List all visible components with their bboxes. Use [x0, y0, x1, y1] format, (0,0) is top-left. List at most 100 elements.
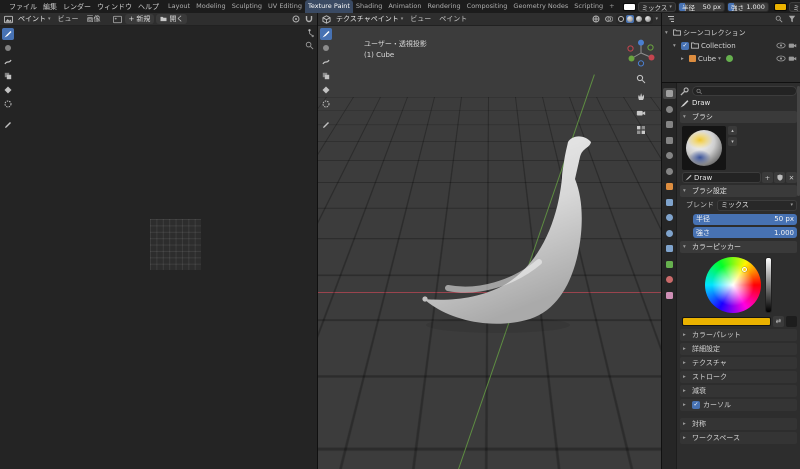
blend-mode-dropdown-3d[interactable]: ミックス▾	[788, 1, 800, 12]
falloff-panel-header[interactable]: ▸ 減衰	[680, 384, 797, 397]
brush-color-swatch-3d[interactable]	[773, 2, 787, 11]
menu-help[interactable]: ヘルプ	[135, 2, 162, 12]
snap-magnet-icon[interactable]	[303, 14, 314, 25]
annotate-tool[interactable]	[320, 119, 332, 131]
workspace-tab-uv-editing[interactable]: UV Editing	[265, 0, 305, 13]
workspace-panel-header[interactable]: ▸ ワークスペース	[680, 431, 797, 444]
zoom-icon[interactable]	[305, 41, 314, 50]
add-workspace-button[interactable]: +	[606, 0, 617, 13]
new-image-button[interactable]: + 新規	[124, 14, 155, 24]
workspace-tab-shading[interactable]: Shading	[353, 0, 385, 13]
hsv-color-wheel[interactable]	[705, 256, 761, 313]
viewport-editor-type-icon[interactable]	[321, 14, 332, 25]
swap-colors-icon[interactable]: ⇄	[773, 315, 784, 327]
brush-panel-header[interactable]: ▾ ブラシ	[680, 111, 797, 123]
workspace-tab-sculpting[interactable]: Sculpting	[229, 0, 265, 13]
brush-settings-panel-header[interactable]: ▾ ブラシ設定	[680, 185, 797, 197]
open-image-button[interactable]: 開く	[156, 14, 188, 24]
draw-brush-tool[interactable]	[1, 28, 14, 40]
new-brush-button[interactable]: +	[762, 172, 773, 183]
tab-particles[interactable]	[663, 212, 676, 223]
texture-panel-header[interactable]: ▸ テクスチャ	[680, 356, 797, 369]
viewport-menu-view[interactable]: ビュー	[407, 14, 434, 24]
image-menu-image[interactable]: 画像	[84, 14, 104, 24]
workspace-tab-scripting[interactable]: Scripting	[571, 0, 606, 13]
pan-hand-icon[interactable]	[635, 90, 647, 102]
current-color-swatch[interactable]	[682, 316, 771, 326]
hide-eye-icon[interactable]	[776, 55, 786, 62]
outliner-row-scene-collection[interactable]: ▾ シーンコレクション	[662, 26, 800, 39]
chevron-down-icon[interactable]: ▾	[665, 30, 671, 36]
mask-tool[interactable]	[2, 98, 14, 110]
shading-options-chevron-icon[interactable]: ▾	[655, 16, 658, 22]
navigation-gizmo[interactable]	[626, 38, 656, 68]
strength-slider[interactable]: 強さ 1.000	[693, 227, 797, 238]
brush-prev-icon[interactable]: ▴	[728, 126, 737, 135]
soften-tool[interactable]	[2, 42, 14, 54]
shading-material-icon[interactable]	[635, 15, 643, 23]
unlink-brush-icon[interactable]: ✕	[786, 172, 797, 183]
tab-modifiers[interactable]	[663, 197, 676, 208]
image-datablock-icon[interactable]	[112, 14, 123, 25]
fake-user-shield-icon[interactable]	[774, 172, 785, 183]
brush-color-swatch-2d[interactable]	[622, 2, 636, 11]
annotate-tool[interactable]	[2, 119, 14, 131]
shading-wireframe-icon[interactable]	[617, 15, 625, 23]
outliner-row-cube[interactable]: ▸ Cube ▾	[662, 52, 800, 65]
workspace-tab-animation[interactable]: Animation	[385, 0, 424, 13]
workspace-tab-modeling[interactable]: Modeling	[193, 0, 229, 13]
color-palette-panel-header[interactable]: ▸ カラーパレット	[680, 328, 797, 341]
brush-next-icon[interactable]: ▾	[728, 137, 737, 146]
zoom-icon[interactable]	[635, 73, 647, 85]
workspace-tab-texture-paint[interactable]: Texture Paint	[304, 0, 353, 13]
mask-tool[interactable]	[320, 98, 332, 110]
cursor-panel-header[interactable]: ▸ ✓ カーソル	[680, 398, 797, 411]
menu-file[interactable]: ファイル	[6, 2, 40, 12]
tab-physics[interactable]	[663, 228, 676, 239]
workspace-tab-compositing[interactable]: Compositing	[464, 0, 511, 13]
tab-texture[interactable]	[663, 290, 676, 301]
outliner-row-collection[interactable]: ▾ ✓ Collection	[662, 39, 800, 52]
draw-brush-tool[interactable]	[319, 28, 332, 40]
properties-search[interactable]	[692, 86, 797, 96]
pivot-icon[interactable]	[290, 14, 301, 25]
viewport-canvas[interactable]: ユーザー・透視投影 (1) Cube	[318, 26, 661, 469]
soften-tool[interactable]	[320, 42, 332, 54]
blend-mode-dropdown-2d[interactable]: ミックス ▾	[637, 1, 676, 12]
secondary-color-swatch[interactable]	[786, 315, 797, 327]
transform-gizmo-icon[interactable]	[590, 14, 601, 25]
interaction-mode-dropdown[interactable]: テクスチャペイント ▾	[334, 14, 405, 24]
cursor-checkbox[interactable]: ✓	[692, 400, 700, 409]
tab-active-tool[interactable]	[662, 88, 676, 99]
stroke-panel-header[interactable]: ▸ ストローク	[680, 370, 797, 383]
blend-dropdown[interactable]: ミックス ▾	[717, 199, 797, 211]
value-slider[interactable]	[765, 256, 772, 313]
tab-constraints[interactable]	[663, 243, 676, 254]
tab-render[interactable]	[663, 104, 676, 115]
outliner-editor-type-icon[interactable]	[665, 14, 676, 25]
radius-slider-2d[interactable]: 半径 50 px	[677, 1, 725, 12]
menu-render[interactable]: レンダー	[60, 2, 94, 12]
brush-name-field[interactable]: Draw	[682, 172, 761, 183]
tab-material[interactable]	[663, 274, 676, 285]
workspace-tab-layout[interactable]: Layout	[165, 0, 193, 13]
hide-eye-icon[interactable]	[776, 42, 786, 49]
overlays-toggle-icon[interactable]	[603, 14, 614, 25]
symmetry-panel-header[interactable]: ▸ 対称	[680, 417, 797, 430]
color-wheel-cursor[interactable]	[741, 267, 747, 273]
advanced-panel-header[interactable]: ▸ 詳細設定	[680, 342, 797, 355]
toggle-ortho-icon[interactable]	[635, 124, 647, 136]
collection-checkbox[interactable]: ✓	[681, 41, 689, 50]
clone-tool[interactable]	[320, 70, 332, 82]
chevron-right-icon[interactable]: ▸	[681, 56, 687, 62]
image-menu-view[interactable]: ビュー	[55, 14, 82, 24]
tab-world[interactable]	[663, 166, 676, 177]
fill-tool[interactable]	[320, 84, 332, 96]
tab-object[interactable]	[663, 181, 676, 192]
render-visibility-icon[interactable]	[788, 55, 797, 62]
banana-object[interactable]	[318, 26, 661, 469]
image-editor-type-icon[interactable]	[3, 14, 14, 25]
gizmo-axes-icon[interactable]	[305, 29, 314, 38]
camera-view-icon[interactable]	[635, 107, 647, 119]
render-visibility-icon[interactable]	[788, 42, 797, 49]
